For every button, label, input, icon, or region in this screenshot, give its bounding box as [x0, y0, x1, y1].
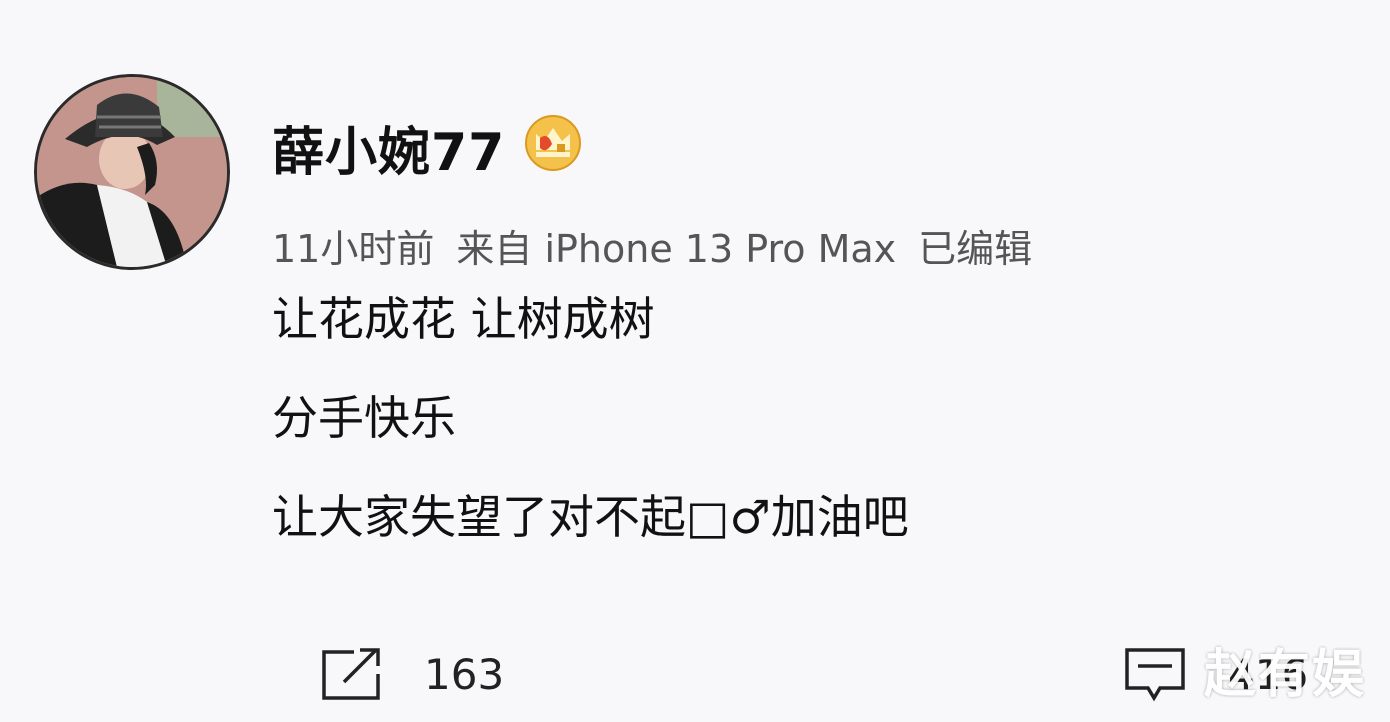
post-line: 分手快乐	[272, 391, 456, 445]
weibo-post: 薛小婉77 11小时前 来自 iPhone 13 Pro Max 已编辑 让花成花 …	[0, 0, 1390, 722]
avatar-photo	[37, 77, 227, 267]
share-icon	[322, 648, 380, 700]
edited-label[interactable]: 已编辑	[918, 227, 1032, 271]
comment-icon	[1125, 648, 1185, 702]
post-content: 让花成花 让树成树 分手快乐 让大家失望了对不起□♂加油吧	[272, 296, 909, 593]
watermark: 赵有娱	[1204, 645, 1367, 705]
post-meta: 11小时前 来自 iPhone 13 Pro Max 已编辑	[272, 218, 1032, 273]
crown-badge-icon[interactable]	[524, 114, 582, 172]
post-source[interactable]: 来自 iPhone 13 Pro Max	[456, 227, 896, 271]
post-time: 11小时前	[272, 227, 435, 271]
avatar[interactable]	[34, 74, 230, 270]
repost-button[interactable]: 163	[320, 646, 504, 702]
repost-count: 163	[424, 649, 505, 699]
post-line: 让花成花 让树成树	[272, 292, 655, 346]
post-line: 让大家失望了对不起□♂加油吧	[272, 490, 909, 544]
username[interactable]: 薛小婉77	[272, 110, 505, 185]
